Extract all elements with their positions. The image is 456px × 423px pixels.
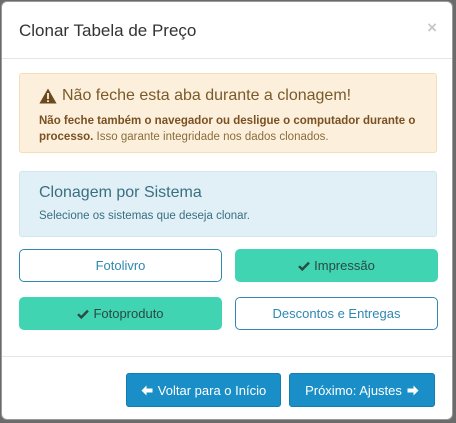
check-icon: [77, 309, 90, 319]
system-option-label: Descontos e Entregas: [272, 306, 401, 321]
info-heading: Clonagem por Sistema: [39, 184, 202, 201]
next-adjustments-button[interactable]: Próximo: Ajustes: [289, 373, 435, 407]
warning-icon: [39, 88, 57, 104]
warning-alert: Não feche esta aba durante a clonagem! N…: [19, 73, 437, 153]
close-icon[interactable]: ×: [427, 18, 437, 38]
arrow-left-icon: [141, 385, 153, 395]
check-icon: [298, 261, 310, 271]
system-option-label: Fotolivro: [95, 258, 146, 273]
warning-heading-row: Não feche esta aba durante a clonagem!: [39, 87, 351, 105]
dialog-header: Clonar Tabela de Preço ×: [2, 2, 452, 59]
info-alert: Clonagem por Sistema Selecione os sistem…: [19, 171, 437, 237]
warning-normal-text: Isso garante integridade nos dados clona…: [96, 131, 329, 143]
system-option-label: Impressão: [314, 258, 375, 273]
back-button-label: Voltar para o Início: [157, 382, 267, 398]
info-text: Selecione os sistemas que deseja clonar.: [39, 210, 250, 222]
arrow-right-icon: [407, 385, 419, 395]
system-option-fotoproduto[interactable]: Fotoproduto: [19, 297, 222, 330]
system-option-label: Fotoproduto: [93, 306, 164, 321]
system-option-impressao[interactable]: Impressão: [235, 249, 438, 282]
next-button-label: Próximo: Ajustes: [305, 382, 402, 398]
warning-heading: Não feche esta aba durante a clonagem!: [62, 87, 352, 104]
system-option-fotolivro[interactable]: Fotolivro: [19, 249, 222, 282]
back-to-start-button[interactable]: Voltar para o Início: [126, 373, 281, 407]
dialog-footer: Voltar para o Início Próximo: Ajustes: [2, 356, 452, 419]
warning-text: Não feche também o navegador ou desligue…: [39, 113, 424, 145]
system-option-descontos-entregas[interactable]: Descontos e Entregas: [235, 297, 438, 330]
clone-price-table-dialog: Clonar Tabela de Preço × Não feche esta …: [1, 1, 453, 420]
dialog-title: Clonar Tabela de Preço: [19, 21, 197, 40]
